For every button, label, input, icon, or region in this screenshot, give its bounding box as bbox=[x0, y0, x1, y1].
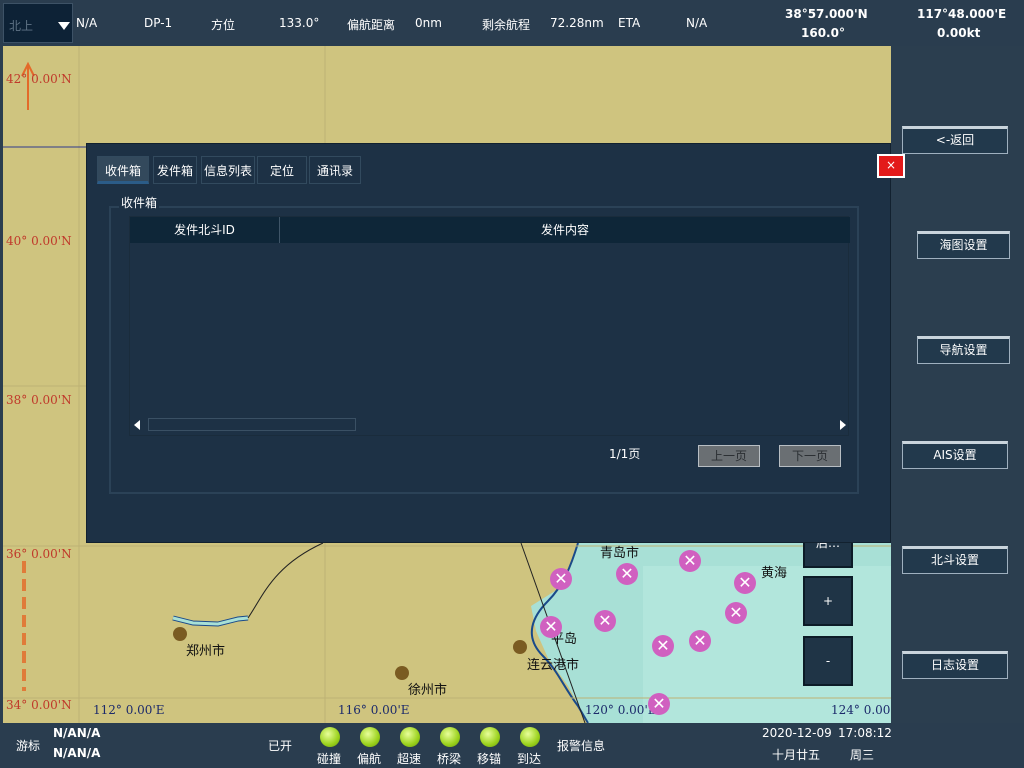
eta-value: N/A bbox=[686, 16, 708, 30]
lat-label: 36° 0.00'N bbox=[6, 547, 72, 561]
tab-contacts[interactable]: 通讯录 bbox=[309, 156, 361, 184]
alarm-status: 已开 bbox=[268, 739, 293, 753]
city-label: 郑州市 bbox=[186, 644, 226, 659]
next-page-button[interactable]: 下一页 bbox=[779, 445, 841, 467]
scroll-thumb[interactable] bbox=[148, 418, 356, 431]
cursor-label: 游标 bbox=[16, 739, 41, 753]
waypoint-name: DP-1 bbox=[144, 16, 173, 30]
close-icon: × bbox=[885, 158, 897, 172]
lon-label: 116° 0.00'E bbox=[338, 703, 410, 717]
alarm-label: 移锚 bbox=[477, 752, 502, 766]
bottom-status-bar: 游标 N/AN/A N/AN/A 已开 碰撞 偏航 超速 桥梁 移锚 到达 报警… bbox=[0, 723, 1024, 768]
city-label: 连云港市 bbox=[527, 658, 580, 673]
lat-label: 34° 0.00'N bbox=[6, 698, 72, 712]
ais-settings-button[interactable]: AIS设置 bbox=[902, 441, 1008, 469]
orientation-value: 北上 bbox=[9, 19, 34, 33]
remaining-value: 72.28nm bbox=[550, 16, 604, 30]
beidou-message-dialog: × 收件箱 发件箱 信息列表 定位 通讯录 收件箱 发件北斗ID 发件内容 1/… bbox=[86, 143, 905, 543]
xte-label: 偏航距离 bbox=[347, 18, 396, 32]
alarm-label: 偏航 bbox=[357, 752, 382, 766]
latitude-readout: 38°57.000'N bbox=[785, 7, 868, 21]
wreck-icon[interactable]: ✕ bbox=[689, 630, 711, 652]
wreck-icon[interactable]: ✕ bbox=[648, 693, 670, 715]
city-marker bbox=[173, 627, 187, 641]
nav-settings-button[interactable]: 导航设置 bbox=[917, 336, 1010, 364]
tab-inbox[interactable]: 收件箱 bbox=[97, 156, 149, 184]
sea-shallow bbox=[643, 566, 891, 723]
city-marker bbox=[513, 640, 527, 654]
heading-readout: 160.0° bbox=[801, 26, 845, 40]
offcourse-alarm-icon bbox=[360, 727, 380, 747]
column-header-sender-id[interactable]: 发件北斗ID bbox=[130, 217, 280, 243]
lon-label: 112° 0.00'E bbox=[93, 703, 165, 717]
arrival-alarm-icon bbox=[520, 727, 540, 747]
lon-label: 120° 0.00'E bbox=[585, 703, 657, 717]
chevron-down-icon bbox=[58, 22, 70, 30]
wreck-icon[interactable]: ✕ bbox=[594, 610, 616, 632]
city-label: 青岛市 bbox=[600, 546, 640, 561]
back-button[interactable]: <-返回 bbox=[902, 126, 1008, 154]
wreck-icon[interactable]: ✕ bbox=[616, 563, 638, 585]
group-title: 收件箱 bbox=[119, 194, 160, 211]
wreck-icon[interactable]: ✕ bbox=[652, 635, 674, 657]
wreck-icon[interactable]: ✕ bbox=[550, 568, 572, 590]
alarm-label: 碰撞 bbox=[317, 752, 342, 766]
wreck-icon[interactable]: ✕ bbox=[734, 572, 756, 594]
date-readout: 2020-12-09 bbox=[762, 726, 832, 740]
zoom-in-button[interactable]: + bbox=[803, 576, 853, 626]
tab-message-list[interactable]: 信息列表 bbox=[201, 156, 255, 184]
eta-label: ETA bbox=[618, 16, 641, 30]
page-indicator: 1/1页 bbox=[609, 447, 641, 461]
lunar-date: 十月廿五 bbox=[772, 748, 821, 762]
overspeed-alarm-icon bbox=[400, 727, 420, 747]
top-status-bar: 北上 N/A DP-1 方位 133.0° 偏航距离 0nm 剩余航程 72.2… bbox=[0, 0, 1024, 46]
alarm-label: 超速 bbox=[397, 752, 422, 766]
bearing-label: 方位 bbox=[211, 18, 236, 32]
anchor-drag-alarm-icon bbox=[480, 727, 500, 747]
lat-label: 42° 0.00'N bbox=[6, 72, 72, 86]
log-settings-button[interactable]: 日志设置 bbox=[902, 651, 1008, 679]
wreck-icon[interactable]: ✕ bbox=[540, 616, 562, 638]
wreck-icon[interactable]: ✕ bbox=[679, 550, 701, 572]
orientation-select[interactable]: 北上 bbox=[3, 3, 73, 43]
lat-label: 40° 0.00'N bbox=[6, 234, 72, 248]
xte-value: 0nm bbox=[415, 16, 442, 30]
wreck-icon[interactable]: ✕ bbox=[725, 602, 747, 624]
boundary-line bbox=[247, 542, 324, 619]
lon-label: 124° 0.00 bbox=[831, 703, 891, 717]
zoom-out-button[interactable]: - bbox=[803, 636, 853, 686]
alarm-info-link[interactable]: 报警信息 bbox=[557, 737, 605, 754]
dialog-close-button[interactable]: × bbox=[877, 154, 905, 178]
message-table: 发件北斗ID 发件内容 bbox=[129, 216, 850, 436]
lat-label: 38° 0.00'N bbox=[6, 393, 72, 407]
bridge-alarm-icon bbox=[440, 727, 460, 747]
city-marker bbox=[395, 666, 409, 680]
app-window: 北上 N/A DP-1 方位 133.0° 偏航距离 0nm 剩余航程 72.2… bbox=[0, 0, 1024, 768]
alarm-label: 到达 bbox=[517, 752, 542, 766]
cursor-lon: N/AN/A bbox=[53, 746, 101, 760]
orientation-extra: N/A bbox=[76, 16, 98, 30]
scroll-left-icon[interactable] bbox=[134, 420, 140, 430]
beidou-settings-button[interactable]: 北斗设置 bbox=[902, 546, 1008, 574]
speed-readout: 0.00kt bbox=[937, 26, 981, 40]
sea-label: 黄海 bbox=[761, 566, 788, 581]
chart-settings-button[interactable]: 海图设置 bbox=[917, 231, 1010, 259]
tab-position[interactable]: 定位 bbox=[257, 156, 307, 184]
remaining-label: 剩余航程 bbox=[482, 18, 531, 32]
horizontal-scrollbar[interactable] bbox=[132, 417, 848, 433]
alarm-label: 桥梁 bbox=[437, 752, 462, 766]
time-readout: 17:08:12 bbox=[838, 726, 892, 740]
longitude-readout: 117°48.000'E bbox=[917, 7, 1007, 21]
cursor-lat: N/AN/A bbox=[53, 726, 101, 740]
weekday: 周三 bbox=[850, 748, 875, 762]
city-label: 徐州市 bbox=[408, 683, 448, 698]
collision-alarm-icon bbox=[320, 727, 340, 747]
column-header-content[interactable]: 发件内容 bbox=[280, 217, 850, 243]
tab-outbox[interactable]: 发件箱 bbox=[153, 156, 197, 184]
prev-page-button[interactable]: 上一页 bbox=[698, 445, 760, 467]
bearing-value: 133.0° bbox=[279, 16, 320, 30]
scroll-right-icon[interactable] bbox=[840, 420, 846, 430]
